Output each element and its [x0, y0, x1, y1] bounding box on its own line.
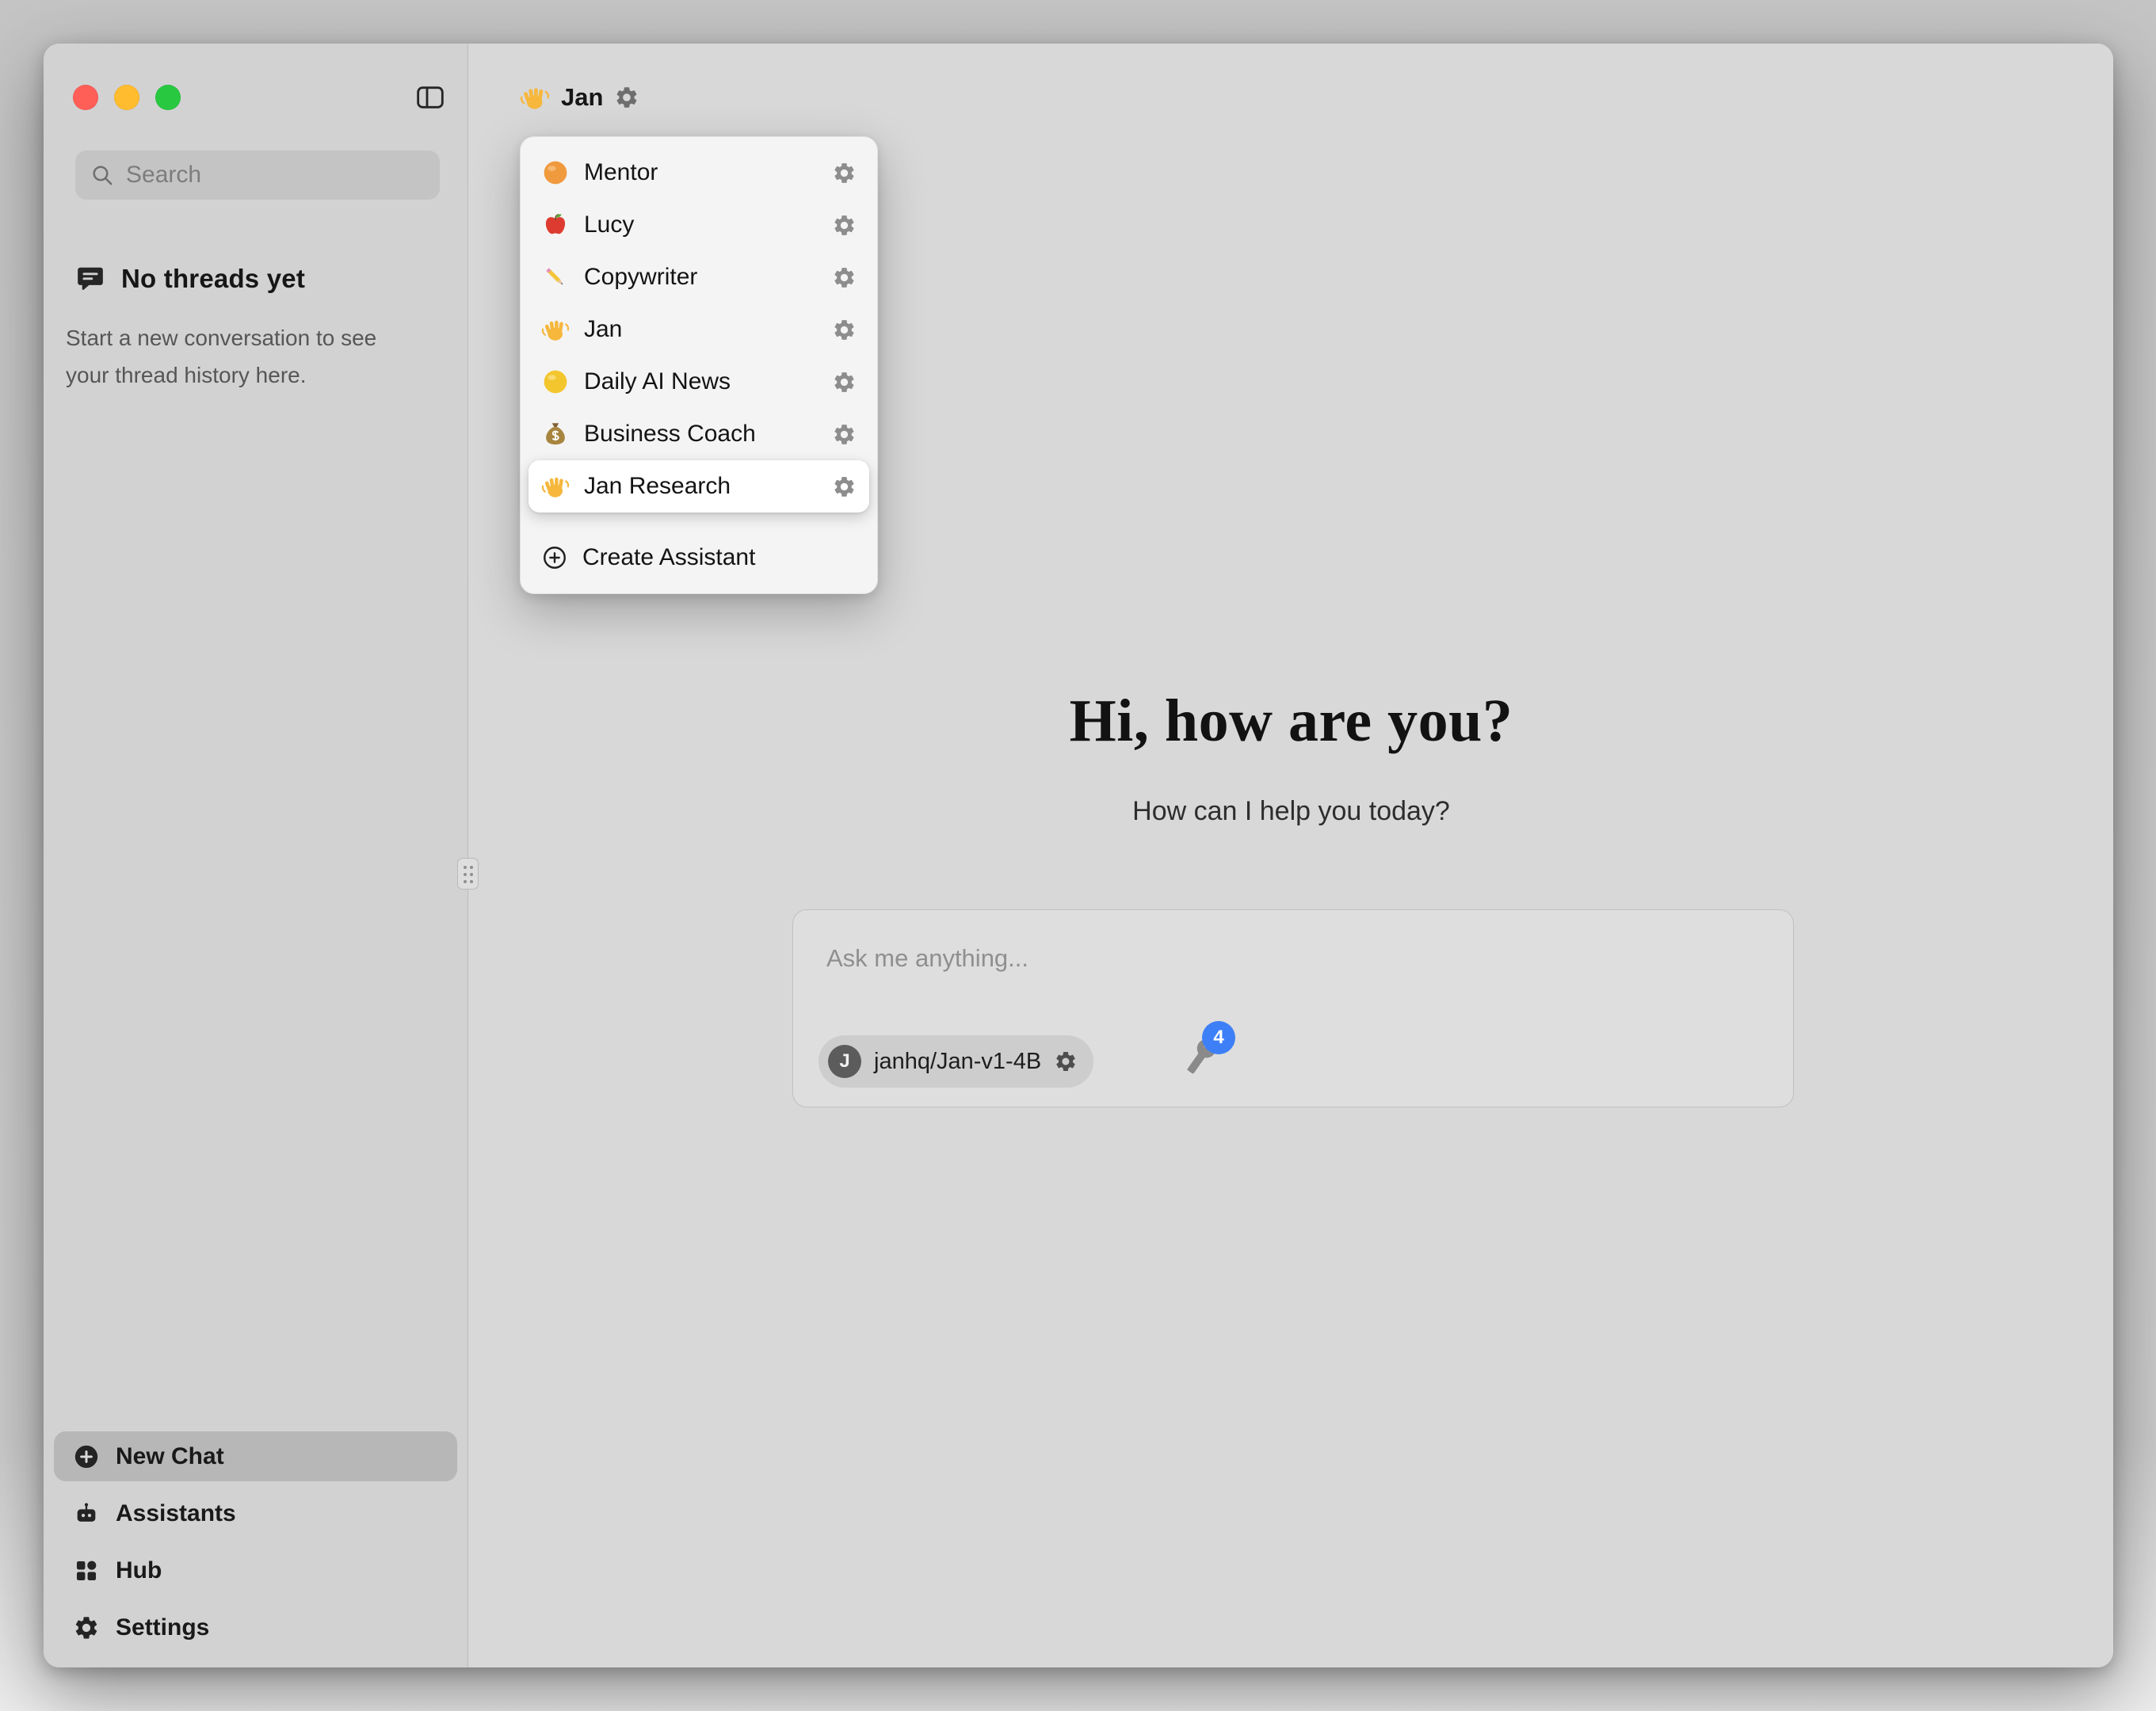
sidebar-item-label: Hub [116, 1557, 162, 1584]
window-controls [73, 85, 181, 110]
wave-icon [541, 472, 570, 501]
search-icon [90, 162, 115, 188]
gear-icon[interactable] [1054, 1050, 1078, 1073]
gear-icon [73, 1614, 100, 1641]
minimize-button[interactable] [114, 85, 139, 110]
gear-icon[interactable] [832, 474, 857, 499]
menu-item-label: Lucy [584, 211, 818, 238]
tools-button[interactable]: 4 [1183, 1038, 1219, 1075]
sidebar-item-assistants[interactable]: Assistants [54, 1488, 457, 1538]
sidebar-item-label: Settings [116, 1614, 209, 1641]
search-box [75, 151, 440, 200]
assistant-selector[interactable]: Jan [520, 74, 639, 121]
gear-icon[interactable] [832, 422, 857, 447]
hub-grid-icon [73, 1557, 100, 1584]
gear-icon[interactable] [832, 318, 857, 342]
menu-item-label: Mentor [584, 159, 818, 186]
menu-item-business-coach[interactable]: Business Coach [529, 408, 869, 460]
sidebar-toggle-icon [414, 82, 446, 113]
assistant-name: Jan [561, 83, 603, 112]
zoom-button[interactable] [155, 85, 181, 110]
sidebar-item-label: Assistants [116, 1500, 236, 1527]
gear-icon[interactable] [832, 161, 857, 185]
gear-icon[interactable] [832, 370, 857, 394]
orange-circle-icon [541, 158, 570, 187]
message-input[interactable] [826, 939, 1760, 978]
money-bag-icon [541, 420, 570, 448]
sidebar-toggle-button[interactable] [414, 82, 446, 113]
empty-state-header: No threads yet [75, 264, 305, 294]
tools-count-badge: 4 [1202, 1021, 1235, 1054]
greeting-title: Hi, how are you? [469, 687, 2113, 756]
grip-dots-icon [464, 866, 467, 869]
pencil-icon [541, 263, 570, 292]
sidebar-item-hub[interactable]: Hub [54, 1545, 457, 1595]
yellow-circle-icon [541, 368, 570, 396]
assistant-menu: Mentor Lucy Copywriter Jan Daily AI News [520, 136, 878, 594]
wave-icon [520, 82, 550, 112]
model-selector[interactable]: J janhq/Jan-v1-4B [819, 1035, 1093, 1088]
menu-item-daily-ai-news[interactable]: Daily AI News [529, 356, 869, 408]
sidebar-resize-handle[interactable] [457, 858, 479, 890]
menu-item-label: Jan Research [584, 473, 818, 500]
main-area: Jan Mentor Lucy Copywriter Jan [469, 44, 2113, 1667]
sidebar-item-settings[interactable]: Settings [54, 1602, 457, 1652]
menu-item-mentor[interactable]: Mentor [529, 147, 869, 199]
model-avatar: J [828, 1045, 861, 1078]
sidebar: No threads yet Start a new conversation … [44, 44, 468, 1667]
gear-icon[interactable] [832, 265, 857, 290]
composer-card: J janhq/Jan-v1-4B 4 [792, 909, 1794, 1107]
sidebar-item-new-chat[interactable]: New Chat [54, 1431, 457, 1481]
model-name: janhq/Jan-v1-4B [874, 1049, 1041, 1075]
robot-icon [73, 1500, 100, 1527]
plus-circle-icon [73, 1443, 100, 1470]
sidebar-item-label: New Chat [116, 1443, 224, 1470]
close-button[interactable] [73, 85, 98, 110]
sidebar-nav: New Chat Assistants Hub Settings [54, 1431, 457, 1652]
menu-item-label: Copywriter [584, 264, 818, 291]
menu-item-label: Daily AI News [584, 368, 818, 395]
apple-icon [541, 211, 570, 239]
app-window: No threads yet Start a new conversation … [44, 44, 2113, 1667]
search-input[interactable] [126, 162, 425, 189]
menu-item-lucy[interactable]: Lucy [529, 199, 869, 251]
empty-state-title: No threads yet [121, 264, 305, 294]
menu-item-jan[interactable]: Jan [529, 303, 869, 356]
gear-icon[interactable] [832, 213, 857, 238]
menu-item-label: Business Coach [584, 421, 818, 448]
plus-circle-outline-icon [541, 544, 568, 571]
create-assistant-label: Create Assistant [582, 544, 755, 571]
gear-icon[interactable] [614, 85, 639, 110]
menu-item-copywriter[interactable]: Copywriter [529, 251, 869, 303]
wave-icon [541, 315, 570, 344]
chat-bubble-icon [75, 264, 105, 294]
menu-item-jan-research[interactable]: Jan Research [529, 460, 869, 513]
greeting-subtitle: How can I help you today? [469, 796, 2113, 827]
menu-item-label: Jan [584, 316, 818, 343]
create-assistant-button[interactable]: Create Assistant [529, 532, 869, 584]
empty-state-description: Start a new conversation to see your thr… [66, 319, 406, 394]
